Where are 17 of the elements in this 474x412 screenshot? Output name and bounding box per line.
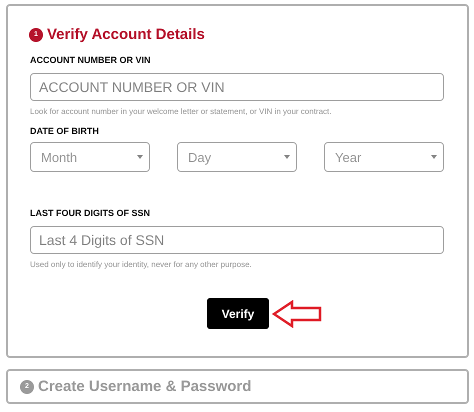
account-number-field[interactable]: ACCOUNT NUMBER OR VIN <box>30 73 444 101</box>
step-title: Verify Account Details <box>47 26 205 43</box>
date-select[interactable]: Month <box>30 142 150 172</box>
date-select[interactable]: Day <box>177 142 297 172</box>
caret-icon <box>137 155 143 159</box>
step-title: Create Username & Password <box>38 378 252 395</box>
field-label: ACCOUNT NUMBER OR VIN <box>30 55 152 65</box>
verify-button[interactable]: Verify <box>207 298 269 329</box>
caret-icon <box>284 155 290 159</box>
date-select[interactable]: Year <box>324 142 444 172</box>
field-hint: Look for account number in your welcome letter or statement, or VIN in your contract. <box>30 107 332 116</box>
ssn-field[interactable]: Last 4 Digits of SSN <box>30 226 444 254</box>
field-label: DATE OF BIRTH <box>30 126 100 136</box>
caret-icon <box>431 155 437 159</box>
field-hint: Used only to identify your identity, never for any other purpose. <box>30 260 253 269</box>
field-label: LAST FOUR DIGITS OF SSN <box>30 208 152 218</box>
arrow-icon <box>272 300 322 328</box>
